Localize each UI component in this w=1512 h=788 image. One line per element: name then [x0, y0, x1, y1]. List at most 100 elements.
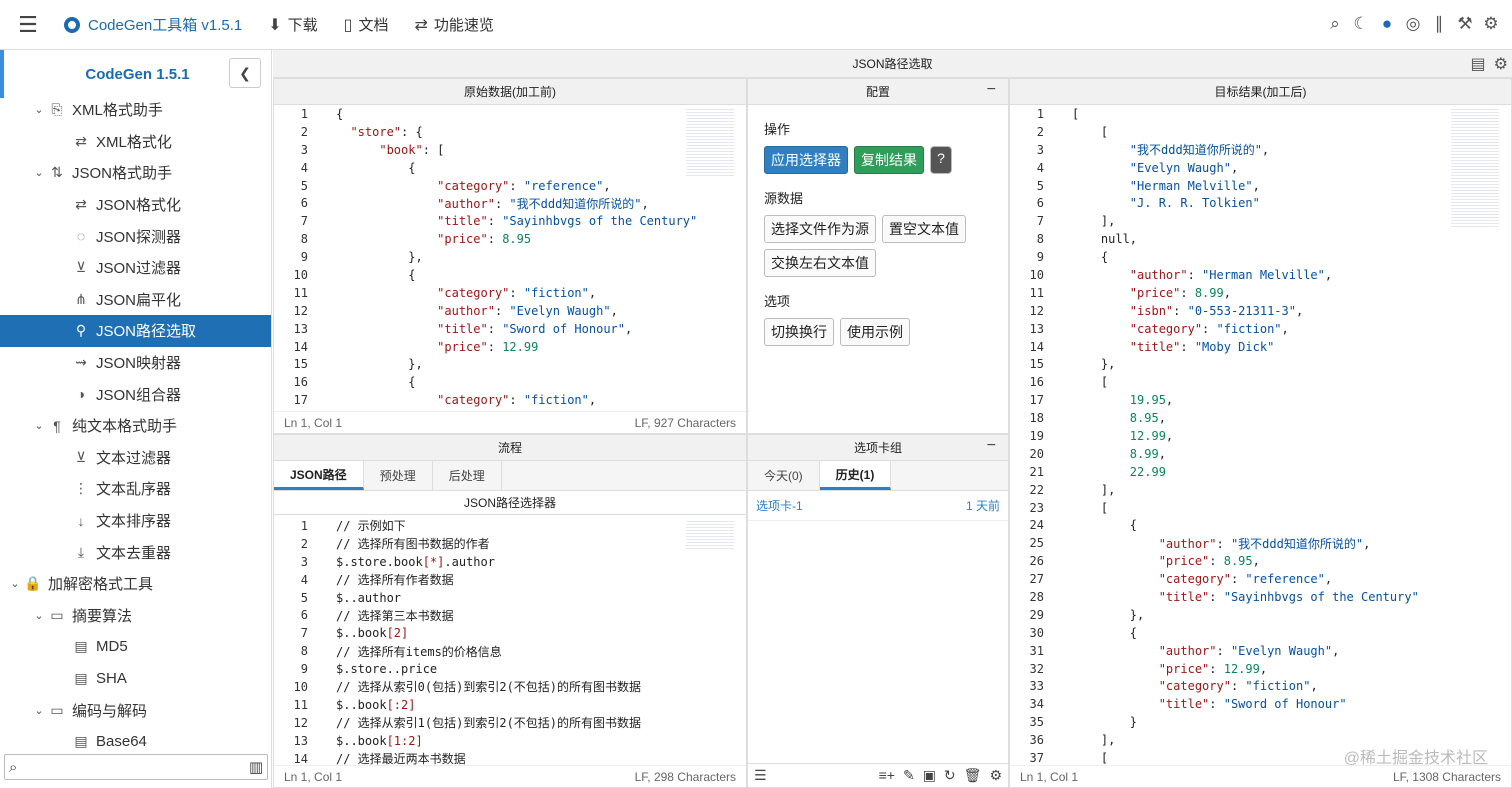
selector-subtitle-label: JSON路径选择器	[463, 496, 556, 510]
save-icon[interactable]: ▣	[923, 767, 936, 784]
node-icon: ▤	[74, 733, 88, 748]
tab-postprocess[interactable]: 后处理	[433, 461, 502, 490]
sidebar-item[interactable]: ⊻ JSON过滤器	[0, 252, 271, 284]
minimap[interactable]	[686, 519, 734, 551]
config-pane: 配置 − 操作 应用选择器 复制结果? 源数据 选择文件作为源 置空文本值 交换左右文本…	[747, 78, 1009, 434]
sidebar-item[interactable]: ◌ JSON探测器	[0, 220, 271, 252]
clear-text-button[interactable]: 置空文本值	[882, 215, 966, 243]
code-line: 1[	[1036, 106, 1080, 121]
sidebar-item[interactable]: ⇝ JSON映射器	[0, 347, 271, 379]
sidebar-item[interactable]: ⌄ ⇅ JSON格式助手	[0, 157, 271, 189]
nav-docs[interactable]: ▯ 文档	[344, 14, 389, 35]
wrench-icon[interactable]: ⚒	[1456, 14, 1474, 34]
paperclip-icon[interactable]: ∥	[1430, 14, 1448, 34]
code-line: 18 8.95,	[1029, 411, 1166, 426]
minimap[interactable]	[686, 107, 734, 177]
search-icon[interactable]: ⌕	[1326, 14, 1344, 34]
selector-editor[interactable]: 1// 示例如下 2// 选择所有图书数据的作者 3 $.store.book[*].…	[274, 517, 746, 765]
tab-json-path[interactable]: JSON路径	[274, 461, 364, 490]
trash-icon[interactable]: 🗑	[964, 767, 982, 784]
minimize-icon[interactable]: −	[987, 437, 996, 455]
sidebar-item[interactable]: ▤ Base64	[0, 726, 271, 748]
refresh-icon[interactable]: ↻	[944, 767, 956, 784]
sidebar-item[interactable]: ⋮ 文本乱序器	[0, 473, 271, 505]
sidebar-item[interactable]: ⌄ ¶ 纯文本格式助手	[0, 410, 271, 442]
sidebar-item[interactable]: ⇄ XML格式化	[0, 126, 271, 158]
code-line: 10 {	[293, 267, 416, 282]
menu-icon[interactable]: ☰	[0, 0, 56, 50]
status-chars: LF, 298 Characters	[634, 769, 736, 784]
sidebar-item[interactable]: ⌄ ▭ 摘要算法	[0, 600, 271, 632]
gear-icon[interactable]: ⚙	[1482, 14, 1500, 34]
chevron-down-icon[interactable]: ⌄	[32, 419, 46, 432]
copy-result-button[interactable]: 复制结果	[854, 146, 924, 174]
layout-icon[interactable]: ▤	[1471, 54, 1486, 74]
tabgroup-title: 选项卡组 −	[748, 435, 1008, 461]
apply-selector-button[interactable]: 应用选择器	[764, 146, 848, 174]
code-line: 8// 选择所有items的价格信息	[300, 644, 502, 659]
sidebar-item-label: 文本乱序器	[96, 481, 172, 499]
sidebar-item[interactable]: ▤ SHA	[0, 663, 271, 695]
top-bar: ☰ CodeGen工具箱 v1.5.1 ⬇ 下载 ▯ 文档 ⇄ 功能速览 ⌕ ☾ ● …	[0, 0, 1512, 50]
code-line: 7 $..book[2]	[300, 626, 409, 641]
sidebar-item[interactable]: ⤓ 文本去重器	[0, 536, 271, 568]
list-icon[interactable]: ☰	[754, 767, 767, 784]
book-icon[interactable]: ▥	[249, 758, 263, 776]
sidebar-item-label: JSON探测器	[96, 228, 182, 246]
brand-link[interactable]: CodeGen工具箱 v1.5.1	[64, 14, 242, 35]
gear-icon[interactable]: ⚙	[989, 767, 1002, 784]
sidebar-item[interactable]: ⌄ ▭ 编码与解码	[0, 694, 271, 726]
moon-icon[interactable]: ☾	[1352, 14, 1370, 34]
sidebar-item[interactable]: ⋔ JSON扁平化	[0, 284, 271, 316]
sidebar-item-label: JSON映射器	[96, 355, 182, 373]
watermark: @稀土掘金技术社区	[1343, 750, 1488, 767]
user-icon[interactable]: ●	[1378, 14, 1396, 34]
sidebar-item-label: JSON格式助手	[72, 165, 173, 183]
nav-download[interactable]: ⬇ 下载	[268, 14, 317, 35]
chevron-down-icon[interactable]: ⌄	[32, 103, 46, 116]
source-editor[interactable]: 1{2 "store": {3 "book": [4 {5 "category"…	[274, 105, 746, 411]
sidebar-item[interactable]: ▤ MD5	[0, 631, 271, 663]
code-line: 30 {	[1029, 625, 1138, 640]
sidebar-item[interactable]: ⚲ JSON路径选取	[0, 315, 271, 347]
choose-file-button[interactable]: 选择文件作为源	[764, 215, 876, 243]
target-editor[interactable]: 1[2 [3 "我不ddd知道你所说的", 4 "Evelyn Waugh", 5 …	[1010, 105, 1511, 765]
sidebar-item[interactable]: ⌄ 🔒 加解密格式工具	[0, 568, 271, 600]
node-icon: ⋮	[74, 480, 88, 497]
toggle-wrap-button[interactable]: 切换换行	[764, 318, 834, 346]
tab-preprocess[interactable]: 预处理	[364, 461, 433, 490]
sidebar-item[interactable]: ◑ JSON组合器	[0, 378, 271, 410]
chevron-down-icon[interactable]: ⌄	[32, 609, 46, 622]
gear-icon[interactable]: ⚙	[1494, 54, 1508, 74]
chevron-down-icon[interactable]: ⌄	[32, 704, 46, 717]
sidebar-item[interactable]: ⌄ ⎘ XML格式助手	[0, 94, 271, 126]
add-icon[interactable]: ≡+	[879, 767, 895, 784]
list-item[interactable]: 选项卡-1 1 天前	[748, 491, 1008, 521]
node-icon: ⇝	[75, 354, 87, 371]
sidebar-search-input[interactable]: ⌕ ▥	[4, 754, 268, 780]
swap-text-button[interactable]: 交换左右文本值	[764, 249, 876, 277]
sidebar-item[interactable]: ⇄ JSON格式化	[0, 189, 271, 221]
code-line: 11 $..book[:2]	[293, 697, 416, 712]
edit-icon[interactable]: ✎	[903, 767, 915, 784]
code-line: 1{	[300, 106, 344, 121]
sidebar-item[interactable]: ⊻ 文本过滤器	[0, 442, 271, 474]
chevron-down-icon[interactable]: ⌄	[32, 166, 46, 179]
sidebar-item[interactable]: ↓ 文本排序器	[0, 505, 271, 537]
nav-overview[interactable]: ⇄ 功能速览	[415, 14, 494, 35]
code-line: 7 ],	[1036, 214, 1116, 229]
top-icon-group: ⌕ ☾ ● ◎ ∥ ⚒ ⚙	[1326, 14, 1500, 34]
minimize-icon[interactable]: −	[987, 81, 996, 99]
tab-item-time: 1 天前	[965, 499, 1000, 513]
code-line: 14// 选择最近两本书数据	[293, 751, 466, 765]
tab-today[interactable]: 今天(0)	[748, 461, 820, 490]
use-example-button[interactable]: 使用示例	[840, 318, 910, 346]
tab-history[interactable]: 历史(1)	[819, 461, 892, 490]
code-line: 5 $..author	[300, 590, 402, 605]
minimap[interactable]	[1451, 107, 1499, 227]
chevron-down-icon[interactable]: ⌄	[8, 577, 22, 590]
collapse-sidebar-button[interactable]: ❮	[229, 58, 261, 88]
help-button[interactable]: ?	[930, 146, 952, 174]
globe-icon[interactable]: ◎	[1404, 14, 1422, 34]
node-icon: ⚲	[75, 322, 87, 339]
